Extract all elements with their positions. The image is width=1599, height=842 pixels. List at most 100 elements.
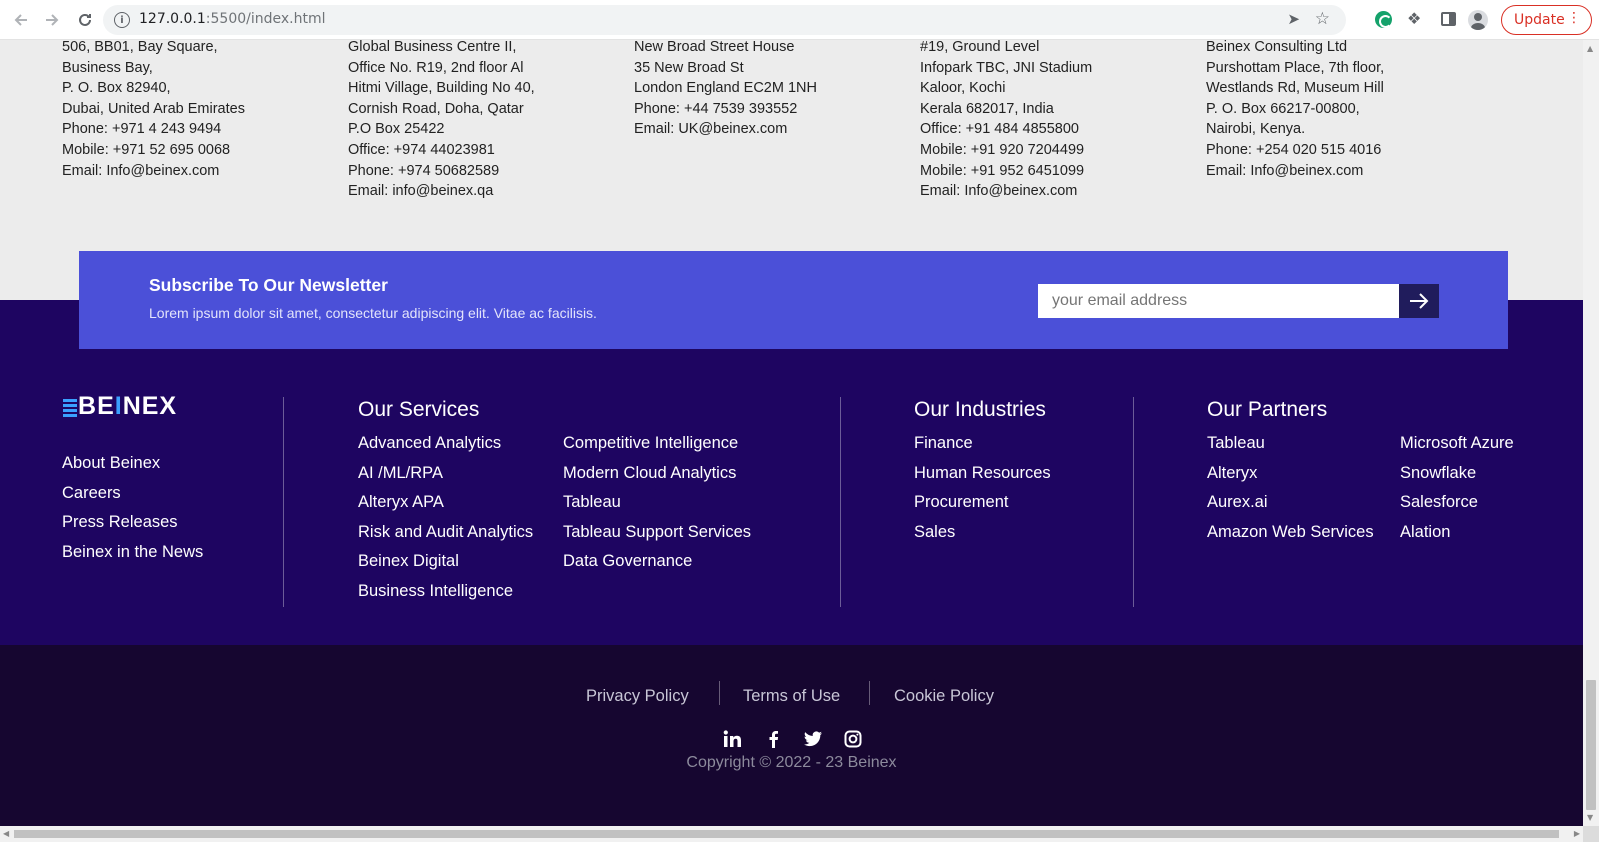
profile-avatar-icon[interactable] [1468,10,1488,30]
address-line: Global Business Centre II, [348,40,517,55]
partner-link[interactable]: Amazon Web Services [1207,523,1374,542]
office-dubai: 506, BB01, Bay Square, Business Bay, P. … [62,40,245,181]
office-london: New Broad Street House 35 New Broad St L… [634,40,817,140]
address-line: Dubai, United Arab Emirates [62,100,245,117]
newsletter-title: Subscribe To Our Newsletter [149,275,388,295]
address-line: Cornish Road, Doha, Qatar [348,100,524,117]
bookmark-star-icon[interactable]: ☆ [1315,9,1330,29]
address-bar[interactable]: i 127.0.0.1:5500/index.html ➤ ☆ [103,5,1346,35]
address-line: #19, Ground Level [920,40,1040,55]
privacy-policy-link[interactable]: Privacy Policy [586,687,689,706]
newsletter-email-input[interactable] [1038,284,1399,318]
industry-link[interactable]: Finance [914,434,973,453]
office-doha: Global Business Centre II, Office No. R1… [348,40,535,202]
address-line: Kerala 682017, India [920,100,1054,117]
forward-arrow-icon[interactable] [40,8,64,32]
partner-link[interactable]: Microsoft Azure [1400,434,1514,453]
service-link[interactable]: Beinex Digital [358,552,459,571]
cookie-policy-link[interactable]: Cookie Policy [894,687,994,706]
partner-link[interactable]: Alation [1400,523,1450,542]
address-line: Westlands Rd, Museum Hill [1206,80,1384,97]
vertical-scrollbar[interactable]: ▲ ▼ [1583,40,1599,826]
service-link[interactable]: Tableau Support Services [563,523,751,542]
partner-link[interactable]: Tableau [1207,434,1265,453]
linkedin-icon[interactable] [723,729,743,749]
footer-link-careers[interactable]: Careers [62,484,121,503]
newsletter-banner: Subscribe To Our Newsletter Lorem ipsum … [79,251,1508,349]
footer-link-about[interactable]: About Beinex [62,454,160,473]
address-mobile: Mobile: +91 920 7204499 [920,141,1085,158]
scroll-down-arrow-icon[interactable]: ▼ [1587,813,1593,822]
service-link[interactable]: Alteryx APA [358,493,444,512]
address-office: Office: +91 484 4855800 [920,121,1079,138]
service-link[interactable]: Advanced Analytics [358,434,501,453]
address-email: Email: info@beinex.qa [348,183,494,200]
address-email: Email: UK@beinex.com [634,121,788,138]
address-line: Business Bay, [62,59,153,76]
service-link[interactable]: Competitive Intelligence [563,434,738,453]
industry-link[interactable]: Human Resources [914,464,1051,483]
address-line: London England EC2M 1NH [634,80,817,97]
beinex-logo[interactable]: BEINEX [63,392,177,421]
update-button[interactable]: Update ⋮ [1501,5,1592,35]
partner-link[interactable]: Salesforce [1400,493,1478,512]
arrow-right-icon [1410,293,1429,309]
column-divider [283,397,284,607]
scroll-right-arrow-icon[interactable]: ▶ [1574,829,1580,838]
legal-separator [719,681,720,705]
address-phone: Phone: +44 7539 393552 [634,100,798,117]
terms-of-use-link[interactable]: Terms of Use [743,687,840,706]
scroll-up-arrow-icon[interactable]: ▲ [1587,44,1593,53]
twitter-icon[interactable] [803,729,823,749]
newsletter-submit-button[interactable] [1399,284,1439,318]
address-line: P.O Box 25422 [348,121,445,138]
scroll-left-arrow-icon[interactable]: ◀ [3,829,9,838]
menu-dots-icon[interactable]: ⋮ [1567,10,1581,26]
footer-link-news[interactable]: Beinex in the News [62,543,203,562]
office-nairobi: Beinex Consulting Ltd Purshottam Place, … [1206,40,1384,181]
service-link[interactable]: Tableau [563,493,621,512]
address-phone: Phone: +974 50682589 [348,162,500,179]
service-link[interactable]: Data Governance [563,552,692,571]
send-icon[interactable]: ➤ [1287,10,1300,28]
address-line: Beinex Consulting Ltd [1206,40,1348,55]
column-divider [1133,397,1134,607]
site-info-icon[interactable]: i [114,12,130,28]
address-office: Office: +974 44023981 [348,141,495,158]
service-link[interactable]: Modern Cloud Analytics [563,464,736,483]
vertical-scroll-thumb[interactable] [1586,680,1596,810]
partner-link[interactable]: Aurex.ai [1207,493,1268,512]
extensions-puzzle-icon[interactable]: ❖ [1407,9,1421,28]
address-line: Nairobi, Kenya. [1206,121,1306,138]
instagram-icon[interactable] [843,729,863,749]
partner-link[interactable]: Snowflake [1400,464,1476,483]
facebook-icon[interactable] [763,729,783,749]
address-email: Email: Info@beinex.com [1206,162,1364,179]
horizontal-scrollbar[interactable]: ◀ ▶ [0,826,1583,842]
footer-link-press[interactable]: Press Releases [62,513,178,532]
reload-icon[interactable] [73,8,97,32]
address-line: New Broad Street House [634,40,795,55]
grammarly-extension-icon[interactable] [1375,11,1392,28]
copyright-text: Copyright © 2022 - 23 Beinex [686,754,897,771]
service-link[interactable]: Business Intelligence [358,582,513,601]
partners-heading: Our Partners [1207,398,1328,421]
column-divider [840,397,841,607]
logo-mark-icon [63,397,77,417]
partner-link[interactable]: Alteryx [1207,464,1257,483]
side-panel-icon[interactable] [1441,12,1456,26]
address-line: Office No. R19, 2nd floor Al [348,59,524,76]
industry-link[interactable]: Procurement [914,493,1008,512]
service-link[interactable]: Risk and Audit Analytics [358,523,533,542]
industry-link[interactable]: Sales [914,523,955,542]
update-label: Update [1514,12,1565,28]
address-email: Email: Info@beinex.com [62,162,220,179]
back-arrow-icon[interactable] [9,8,33,32]
legal-separator [869,681,870,705]
address-line: Hitmi Village, Building No 40, [348,80,535,97]
address-mobile: Mobile: +91 952 6451099 [920,162,1085,179]
service-link[interactable]: AI /ML/RPA [358,464,443,483]
address-line: 506, BB01, Bay Square, [62,40,218,55]
horizontal-scroll-thumb[interactable] [14,830,1559,838]
address-line: Kaloor, Kochi [920,80,1006,97]
